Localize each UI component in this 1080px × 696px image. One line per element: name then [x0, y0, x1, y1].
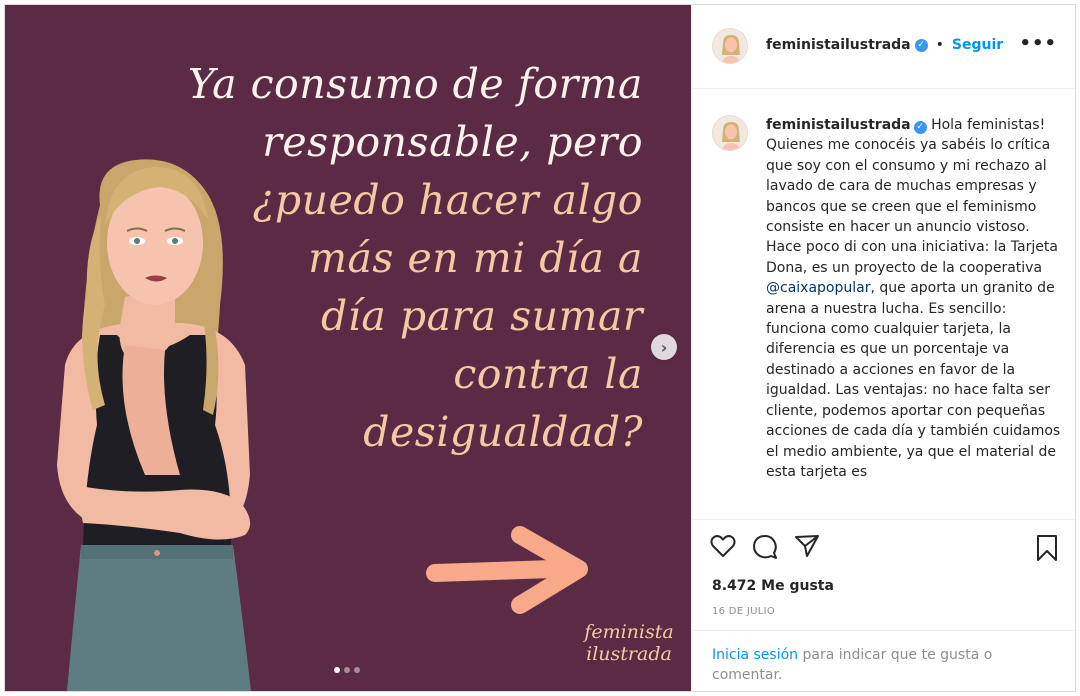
header-username[interactable]: feministailustrada [766, 37, 911, 53]
carousel-dot [334, 667, 340, 673]
login-prompt: Inicia sesión para indicar que te gusta … [692, 630, 1077, 685]
headline-line: contra la [453, 350, 643, 398]
follow-button[interactable]: Seguir [952, 37, 1003, 53]
headline-line: más en mi día a [308, 234, 643, 282]
post-image: Ya consumo de forma responsable, pero ¿p… [5, 5, 691, 691]
likes-count[interactable]: 8.472 Me gusta [712, 578, 834, 594]
carousel-dots [334, 667, 360, 673]
chevron-right-icon: › [660, 337, 668, 357]
verified-badge-icon: ✓ [913, 121, 927, 134]
avatar-illustration [713, 116, 747, 150]
brand-line: feminista [584, 621, 674, 643]
post-date: 16 DE JULIO [712, 606, 776, 617]
carousel-dot [344, 667, 350, 673]
carousel-next-button[interactable]: › [651, 334, 677, 360]
headline-line: ¿puedo hacer algo [252, 176, 643, 224]
post-caption: feministailustrada ✓ Hola feministas! Qui… [766, 115, 1061, 482]
post-headline: Ya consumo de forma responsable, pero ¿p… [173, 55, 643, 461]
headline-line: día para sumar [321, 292, 643, 340]
headline-line: responsable, pero [262, 118, 643, 166]
header-user: feministailustrada ✓ • Seguir [766, 37, 1003, 53]
post-actions: 8.472 Me gusta 16 DE JULIO Inicia sesión… [692, 519, 1077, 691]
caption-text: Hola feministas! Quienes me conocéis ya … [766, 117, 1058, 276]
headline-line: desigualdad? [363, 408, 643, 456]
heart-icon[interactable] [710, 534, 736, 558]
caption-username[interactable]: feministailustrada [766, 117, 911, 133]
caption-text: , que aporta un granito de arena a nuest… [766, 280, 1061, 480]
brand-watermark: feminista ilustrada [581, 621, 677, 665]
carousel-dot [354, 667, 360, 673]
avatar[interactable] [712, 28, 748, 64]
bookmark-button[interactable] [1035, 534, 1059, 562]
brand-line: ilustrada [586, 643, 672, 665]
comment-icon[interactable] [752, 534, 778, 560]
action-icons [710, 534, 820, 560]
avatar-illustration [713, 29, 747, 63]
caption-area: feministailustrada ✓ Hola feministas! Qui… [692, 89, 1077, 519]
bookmark-icon [1037, 535, 1057, 561]
login-link[interactable]: Inicia sesión [712, 647, 798, 663]
share-icon[interactable] [794, 534, 820, 558]
separator-dot: • [935, 37, 944, 53]
more-options-icon[interactable]: ••• [1019, 33, 1057, 54]
headline-line: Ya consumo de forma [187, 60, 643, 108]
post-side-panel: feministailustrada ✓ • Seguir ••• femini… [691, 5, 1077, 691]
instagram-post-window: Ya consumo de forma responsable, pero ¿p… [4, 4, 1077, 692]
verified-badge-icon: ✓ [914, 38, 928, 52]
post-header: feministailustrada ✓ • Seguir ••• [692, 5, 1077, 89]
mention-link[interactable]: @caixapopular [766, 280, 870, 296]
avatar[interactable] [712, 115, 748, 151]
